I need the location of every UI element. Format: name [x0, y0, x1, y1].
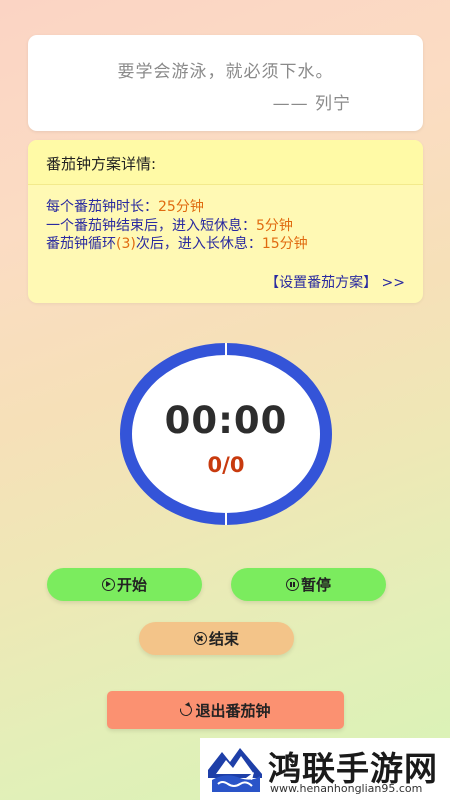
timer-time: 00:00: [164, 399, 288, 442]
plan-details: 每个番茄钟时长：25分钟 一个番茄钟结束后，进入短休息：5分钟 番茄钟循环(3)…: [46, 198, 308, 254]
timer-count: 0/0: [207, 453, 245, 477]
plan-long-break-line: 番茄钟循环(3)次后，进入长休息：15分钟: [46, 235, 308, 254]
exit-pomodoro-button[interactable]: 退出番茄钟: [107, 691, 344, 729]
plan-long-break-value: 15分钟: [261, 236, 308, 252]
plan-title: 番茄钟方案详情:: [28, 140, 423, 185]
timer-ring-divider-top: [225, 343, 227, 355]
plan-duration-line: 每个番茄钟时长：25分钟: [46, 198, 308, 217]
plan-card: 番茄钟方案详情: 每个番茄钟时长：25分钟 一个番茄钟结束后，进入短休息：5分钟…: [28, 140, 423, 303]
plan-long-break-label: 次后，进入长休息：: [135, 236, 262, 252]
play-circle-icon: [101, 578, 115, 591]
pause-button[interactable]: 暂停: [231, 568, 386, 601]
set-plan-link[interactable]: 【设置番茄方案】 >>: [265, 272, 405, 292]
plan-duration-value: 25分钟: [158, 199, 204, 215]
close-circle-icon: [193, 632, 207, 645]
timer-ring: 00:00 0/0: [120, 343, 332, 525]
plan-short-break-line: 一个番茄钟结束后，进入短休息：5分钟: [46, 217, 308, 236]
exit-button-label: 退出番茄钟: [195, 701, 271, 720]
plan-cycle-count: (3): [116, 236, 136, 252]
timer-ring-divider-bottom: [225, 513, 227, 525]
plan-duration-label: 每个番茄钟时长：: [46, 199, 158, 215]
quote-author: —— 列宁: [272, 94, 351, 114]
plan-cycle-label: 番茄钟循环: [46, 236, 116, 252]
plan-short-break-value: 5分钟: [256, 217, 293, 234]
refresh-icon: [178, 701, 195, 719]
quote-card: 要学会游泳，就必须下水。 —— 列宁: [28, 35, 423, 131]
pause-circle-icon: [285, 578, 299, 591]
plan-short-break-label: 一个番茄钟结束后，进入短休息：: [46, 217, 256, 234]
quote-text: 要学会游泳，就必须下水。: [117, 62, 334, 82]
start-button-label: 开始: [116, 576, 147, 594]
end-button-label: 结束: [208, 630, 239, 648]
start-button[interactable]: 开始: [47, 568, 202, 601]
pause-button-label: 暂停: [300, 576, 331, 594]
watermark-url: www.henanhonglian95.com: [270, 782, 423, 795]
site-watermark: 鸿联手游网 www.henanhonglian95.com: [200, 738, 450, 800]
end-button[interactable]: 结束: [139, 622, 294, 655]
bull-logo-icon: [206, 744, 264, 794]
